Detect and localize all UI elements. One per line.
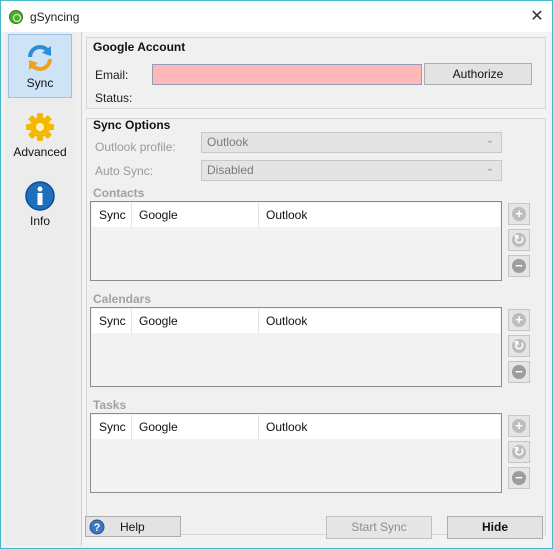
chevron-down-icon: ⌄ [485,163,494,174]
plus-icon: + [512,419,526,433]
authorize-button[interactable]: Authorize [424,63,532,85]
minus-icon: − [512,365,526,379]
chevron-down-icon: ⌄ [485,135,494,146]
column-header-google[interactable]: Google [132,203,259,227]
google-account-title: Google Account [93,40,186,54]
app-window: gSyncing ✕ Sync Advanced Info Google Acc… [0,0,553,549]
add-contact-button[interactable]: + [508,203,530,225]
sidebar-item-advanced[interactable]: Advanced [8,104,72,168]
start-sync-button[interactable]: Start Sync [326,516,432,539]
sync-options-group: Sync Options Outlook profile: Outlook ⌄ … [86,118,546,535]
close-button[interactable]: ✕ [522,1,552,32]
column-header-google[interactable]: Google [132,415,259,439]
column-header-outlook[interactable]: Outlook [259,309,500,333]
minus-icon: − [512,259,526,273]
column-header-outlook[interactable]: Outlook [259,203,500,227]
column-header-sync[interactable]: Sync [92,309,132,333]
app-logo-icon [9,10,23,24]
main-content: Google Account Email: Authorize Status: … [81,32,549,546]
tasks-grid[interactable]: Sync Google Outlook [90,413,502,493]
auto-sync-value: Disabled [207,163,254,177]
outlook-profile-select[interactable]: Outlook ⌄ [201,132,502,153]
auto-sync-select[interactable]: Disabled ⌄ [201,160,502,181]
column-header-sync[interactable]: Sync [92,203,132,227]
column-header-sync[interactable]: Sync [92,415,132,439]
plus-icon: + [512,313,526,327]
hide-button[interactable]: Hide [447,516,543,539]
minus-icon: − [512,471,526,485]
sync-icon [28,45,52,71]
edit-calendar-button[interactable]: ↻ [508,335,530,357]
google-account-group: Google Account Email: Authorize Status: [86,37,546,109]
svg-text:?: ? [94,522,101,534]
edit-icon: ↻ [512,232,526,247]
calendars-label: Calendars [93,292,152,306]
email-field[interactable] [152,64,422,85]
outlook-profile-label: Outlook profile: [95,140,176,154]
contacts-grid[interactable]: Sync Google Outlook [90,201,502,281]
title-bar: gSyncing ✕ [1,1,552,32]
contacts-label: Contacts [93,186,145,200]
help-button[interactable]: ? Help [85,516,181,537]
edit-task-button[interactable]: ↻ [508,441,530,463]
plus-icon: + [512,207,526,221]
contacts-grid-header: Sync Google Outlook [92,203,500,227]
sidebar-item-sync[interactable]: Sync [8,34,72,98]
calendars-grid[interactable]: Sync Google Outlook [90,307,502,387]
edit-contact-button[interactable]: ↻ [508,229,530,251]
sidebar-item-label: Sync [26,76,54,90]
add-task-button[interactable]: + [508,415,530,437]
auto-sync-label: Auto Sync: [95,164,154,178]
edit-icon: ↻ [512,338,526,353]
outlook-profile-value: Outlook [207,135,249,149]
sidebar: Sync Advanced Info [6,32,76,546]
column-header-outlook[interactable]: Outlook [259,415,500,439]
sidebar-item-label: Info [29,214,50,228]
calendars-grid-header: Sync Google Outlook [92,309,500,333]
help-icon: ? [89,519,105,535]
remove-calendar-button[interactable]: − [508,361,530,383]
edit-icon: ↻ [512,444,526,459]
gear-icon [26,113,54,141]
sync-options-title: Sync Options [93,118,171,132]
sidebar-item-info[interactable]: Info [8,173,72,237]
email-label: Email: [95,68,129,82]
remove-contact-button[interactable]: − [508,255,530,277]
remove-task-button[interactable]: − [508,467,530,489]
column-header-google[interactable]: Google [132,309,259,333]
sidebar-item-label: Advanced [13,145,67,159]
tasks-label: Tasks [93,398,127,412]
window-title: gSyncing [30,10,80,24]
tasks-grid-header: Sync Google Outlook [92,415,500,439]
info-icon [25,181,55,211]
status-label: Status: [95,91,133,105]
help-label: Help [120,520,145,534]
add-calendar-button[interactable]: + [508,309,530,331]
